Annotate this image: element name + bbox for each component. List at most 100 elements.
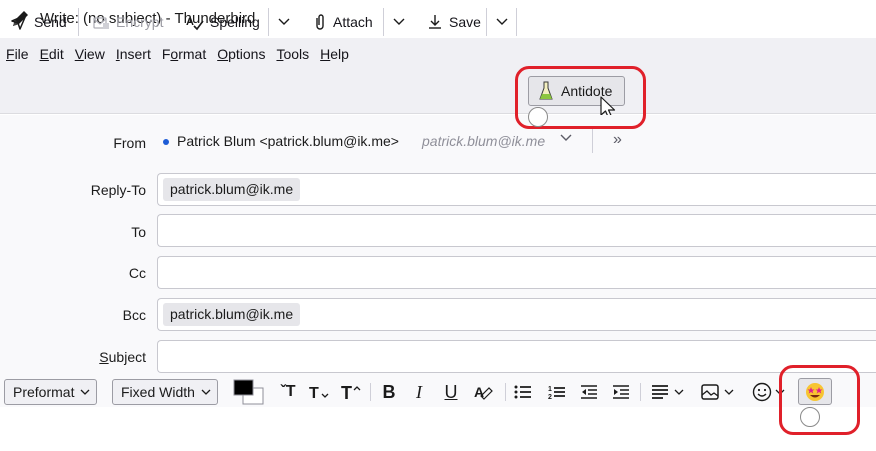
menu-options[interactable]: Options xyxy=(217,46,265,62)
outdent-icon xyxy=(581,385,597,399)
from-alias[interactable]: patrick.blum@ik.me xyxy=(422,133,545,149)
chevron-down-icon xyxy=(393,18,405,25)
menu-file[interactable]: File xyxy=(6,46,29,62)
toolbar-separator xyxy=(78,8,79,36)
chevron-down-icon xyxy=(201,389,211,395)
underline-icon: U xyxy=(444,381,458,402)
attach-dropdown[interactable] xyxy=(389,8,409,36)
insert-menu[interactable] xyxy=(698,379,736,405)
to-label: To xyxy=(131,224,146,240)
font-select[interactable]: Fixed Width xyxy=(112,379,218,405)
menu-format[interactable]: Format xyxy=(162,46,206,62)
menu-help[interactable]: Help xyxy=(320,46,349,62)
bulleted-list-icon xyxy=(514,385,531,399)
superscript-button[interactable]: T xyxy=(340,379,364,405)
paperclip-icon xyxy=(316,14,324,30)
chevron-down-icon xyxy=(724,389,733,395)
cc-label: Cc xyxy=(128,265,146,281)
spelling-icon: A xyxy=(186,16,204,31)
click-indicator xyxy=(800,407,820,427)
menu-tools[interactable]: Tools xyxy=(276,46,309,62)
svg-text:A: A xyxy=(186,16,194,28)
emoji-highlight xyxy=(779,365,860,435)
image-icon xyxy=(700,384,719,400)
numbered-list-icon: 12 xyxy=(548,386,565,400)
spelling-button[interactable]: A Spelling xyxy=(186,8,260,36)
smaller-font-icon: ˇT xyxy=(280,383,296,400)
menu-bar: File Edit View Insert Format Options Too… xyxy=(0,38,876,70)
indent-button[interactable] xyxy=(610,379,632,405)
save-label: Save xyxy=(449,14,481,30)
reply-to-address-pill[interactable]: patrick.blum@ik.me xyxy=(163,178,301,201)
color-swatch-icon xyxy=(233,379,264,405)
toolbar-separator xyxy=(383,8,384,36)
superscript-icon: T xyxy=(341,383,361,401)
chevron-down-icon xyxy=(674,389,683,395)
chevron-down-icon xyxy=(496,18,508,25)
svg-text:T: T xyxy=(341,383,352,401)
save-dropdown[interactable] xyxy=(492,8,512,36)
encrypt-icon xyxy=(93,17,109,29)
save-button[interactable]: Save xyxy=(427,8,481,36)
message-body[interactable] xyxy=(0,407,876,451)
svg-text:1: 1 xyxy=(548,386,552,393)
numbered-list-button[interactable]: 12 xyxy=(546,379,568,405)
subject-field[interactable] xyxy=(157,340,876,373)
attach-button[interactable]: Attach xyxy=(313,8,373,36)
chevron-down-icon[interactable] xyxy=(560,134,572,142)
align-left-icon xyxy=(651,385,668,399)
encrypt-label: Encrypt xyxy=(116,14,164,30)
spelling-dropdown[interactable] xyxy=(274,8,294,36)
from-separator xyxy=(592,129,593,153)
format-separator xyxy=(640,383,641,401)
download-icon xyxy=(429,15,441,29)
to-field[interactable] xyxy=(157,214,876,247)
chevron-down-icon xyxy=(278,18,290,25)
from-identity[interactable]: Patrick Blum <patrick.blum@ik.me> xyxy=(177,133,399,149)
alignment-menu[interactable] xyxy=(648,379,686,405)
underline-button[interactable]: U xyxy=(440,379,462,405)
send-icon xyxy=(11,14,27,30)
toolbar-separator xyxy=(486,8,487,36)
reply-to-label: Reply-To xyxy=(90,182,146,198)
subscript-button[interactable]: T xyxy=(308,379,332,405)
menu-edit[interactable]: Edit xyxy=(40,46,64,62)
subject-label: Subject xyxy=(99,349,146,365)
svg-text:T: T xyxy=(309,385,319,401)
from-label: From xyxy=(113,135,146,151)
compose-toolbar xyxy=(0,70,876,114)
cc-field[interactable] xyxy=(157,256,876,289)
outdent-button[interactable] xyxy=(578,379,600,405)
remove-formatting-icon: A xyxy=(474,384,493,400)
bcc-field[interactable]: patrick.blum@ik.me xyxy=(157,298,876,331)
more-fields-icon[interactable]: » xyxy=(613,131,622,149)
toolbar-separator xyxy=(268,8,269,36)
send-label: Send xyxy=(34,14,67,30)
italic-button[interactable]: I xyxy=(408,379,430,405)
subscript-icon: T xyxy=(309,385,329,401)
paragraph-format-value: Preformat xyxy=(13,384,75,400)
indent-icon xyxy=(613,385,629,399)
encrypt-button[interactable]: Encrypt xyxy=(92,8,163,36)
text-color-picker[interactable] xyxy=(233,379,265,405)
format-separator xyxy=(505,383,506,401)
smiley-icon xyxy=(752,382,771,402)
remove-formatting-button[interactable]: A xyxy=(472,379,496,405)
svg-text:2: 2 xyxy=(548,394,552,400)
spelling-label: Spelling xyxy=(210,14,260,30)
attach-label: Attach xyxy=(333,14,373,30)
menu-insert[interactable]: Insert xyxy=(116,46,151,62)
toolbar-separator xyxy=(516,8,517,36)
bcc-address-pill[interactable]: patrick.blum@ik.me xyxy=(163,303,301,326)
bold-button[interactable]: B xyxy=(378,379,400,405)
bulleted-list-button[interactable] xyxy=(512,379,534,405)
font-value: Fixed Width xyxy=(121,384,195,400)
send-button[interactable]: Send xyxy=(10,8,67,36)
click-indicator xyxy=(528,107,548,127)
paragraph-format-select[interactable]: Preformat xyxy=(4,379,98,405)
reply-to-field[interactable]: patrick.blum@ik.me xyxy=(157,173,876,206)
bcc-label: Bcc xyxy=(122,307,146,323)
menu-view[interactable]: View xyxy=(75,46,105,62)
smaller-font-button[interactable]: ˇT xyxy=(276,379,300,405)
italic-icon: I xyxy=(416,381,422,402)
